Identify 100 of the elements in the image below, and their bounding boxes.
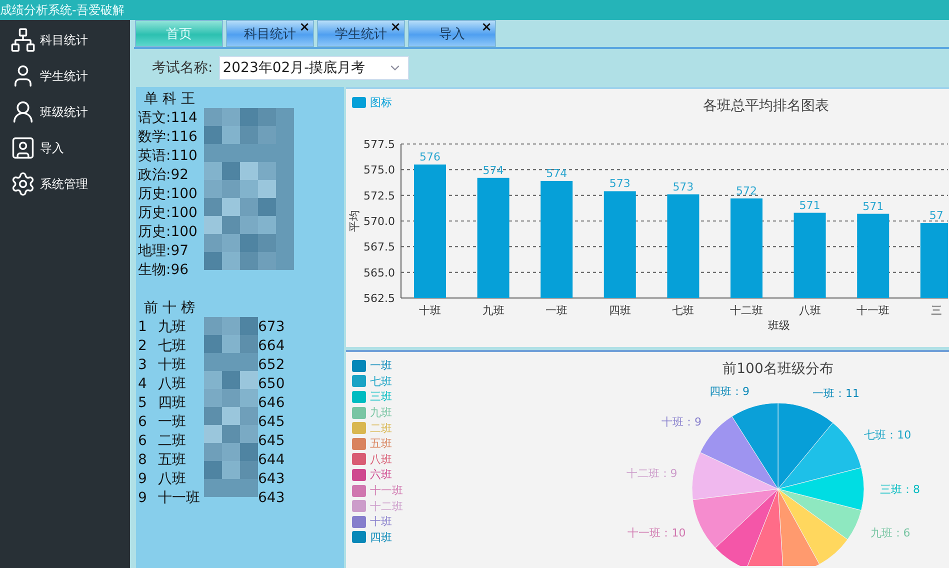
total-score: 643: [258, 470, 286, 486]
legend-item[interactable]: 十二班: [352, 498, 403, 514]
settings-icon: [10, 171, 36, 197]
class-name: 十班: [158, 356, 187, 374]
section-title: 单 科 王: [143, 90, 196, 108]
slice-label: 九班：6: [870, 526, 910, 540]
rank: 9: [138, 490, 148, 506]
sidebar-item[interactable]: 导入: [0, 130, 130, 166]
subject-score: 历史:100: [138, 204, 198, 222]
slice-label: 三班：8: [880, 483, 920, 496]
sidebar-item[interactable]: 班级统计: [0, 94, 130, 130]
sidebar-item[interactable]: 学生统计: [0, 58, 130, 94]
legend-item[interactable]: 七班: [352, 374, 403, 389]
close-icon[interactable]: ×: [481, 21, 492, 35]
legend-item[interactable]: 八班: [352, 452, 403, 467]
class-name: 十一班: [158, 488, 201, 506]
close-icon[interactable]: ×: [390, 21, 401, 35]
x-tick-label: 十班: [419, 304, 441, 317]
legend-item[interactable]: 十班: [352, 514, 403, 529]
legend-item[interactable]: 三班: [352, 390, 403, 404]
slice-label: 十一班：10: [628, 526, 686, 540]
total-score: 643: [258, 490, 286, 506]
tab[interactable]: 导入 ×: [408, 20, 496, 47]
exam-select[interactable]: 2023年02月-摸底月考: [218, 56, 409, 80]
bar-value-label: 571: [862, 200, 884, 213]
slice-label: 七班：10: [864, 428, 912, 442]
x-tick-label: 八班: [798, 304, 821, 317]
class-name: 四班: [158, 394, 187, 412]
bar-value-label: 572: [736, 184, 757, 198]
x-tick-label: 十一班: [856, 304, 890, 317]
y-tick-label: 575.0: [364, 164, 395, 177]
bar-value-label: 574: [482, 164, 504, 177]
bar-value-label: 573: [672, 180, 694, 194]
sidebar-item[interactable]: 系统管理: [0, 166, 130, 202]
rank: 1: [138, 318, 148, 334]
legend-item[interactable]: 六班: [352, 468, 403, 482]
subject-score: 地理:97: [138, 242, 190, 260]
legend-label: 图标: [370, 96, 392, 109]
subject-score: 生物:96: [138, 260, 190, 278]
rank: 6: [138, 414, 148, 430]
total-score: 646: [258, 394, 286, 410]
total-score: 650: [258, 376, 286, 392]
class-name: 一班: [158, 412, 187, 430]
rank: 8: [138, 452, 148, 468]
subject-score: 数学:116: [138, 128, 198, 146]
total-score: 664: [258, 338, 286, 354]
x-tick-label: 十二班: [730, 304, 763, 317]
rank: 3: [138, 356, 148, 372]
class-name: 二班: [158, 432, 187, 450]
x-tick-label: 三: [930, 304, 942, 317]
chart-legend: 图标: [352, 96, 392, 109]
subject-score: 语文:114: [138, 108, 198, 126]
subject-score: 政治:92: [138, 166, 190, 184]
class-name: 七班: [158, 336, 187, 354]
total-score: 645: [258, 414, 286, 430]
rank: 9: [138, 470, 148, 486]
class-name: 五班: [158, 450, 187, 468]
bar-value-label: 573: [609, 177, 630, 190]
bar-value-label: 576: [420, 150, 440, 164]
section-title: 前 十 榜: [143, 298, 196, 316]
x-axis-title: 班级: [768, 319, 790, 332]
total-score: 652: [258, 356, 286, 372]
sidebar-item[interactable]: 科目统计: [0, 22, 130, 58]
y-tick-label: 577.5: [364, 138, 395, 151]
window-title: 成绩分析系统-吾爱破解: [0, 2, 124, 18]
legend-item[interactable]: 四班: [352, 530, 403, 545]
legend-item[interactable]: 十一班: [352, 483, 403, 498]
tab[interactable]: 科目统计 ×: [226, 20, 314, 47]
chart-title: 各班总平均排名图表: [703, 98, 829, 114]
y-tick-label: 570.0: [364, 215, 395, 228]
total-score: 673: [258, 318, 286, 334]
bar-value-label: 57: [929, 209, 944, 222]
bar-value-label: 571: [799, 198, 820, 212]
hierarchy-icon: [10, 27, 36, 53]
x-tick-label: 一班: [546, 304, 568, 317]
tab[interactable]: 学生统计 ×: [317, 20, 405, 47]
x-tick-label: 九班: [482, 304, 504, 317]
rank: 2: [138, 338, 148, 354]
class-name: 八班: [158, 374, 187, 392]
contact-card-icon: [10, 135, 36, 161]
class-name: 九班: [158, 318, 187, 336]
subject-score: 历史:100: [138, 184, 198, 202]
y-tick-label: 562.5: [364, 292, 395, 305]
rank: 5: [138, 394, 148, 410]
tab[interactable]: 首页: [135, 20, 223, 47]
class-name: 八班: [158, 470, 187, 488]
legend-item[interactable]: 五班: [352, 436, 403, 452]
subject-score: 历史:100: [138, 222, 198, 240]
bar-value-label: 574: [546, 166, 568, 180]
slice-label: 十班：9: [662, 416, 702, 429]
x-tick-label: 七班: [672, 304, 694, 317]
slice-label: 一班：11: [812, 387, 860, 400]
legend-item[interactable]: 一班: [352, 358, 403, 374]
rank: 6: [138, 432, 148, 448]
y-axis-title: 平均: [348, 210, 361, 232]
slice-label: 四班：9: [710, 386, 750, 398]
slice-label: 十二班：9: [626, 468, 678, 480]
close-icon[interactable]: ×: [299, 21, 310, 35]
y-tick-label: 565.0: [364, 266, 395, 280]
chart-title: 前100名班级分布: [722, 361, 834, 378]
